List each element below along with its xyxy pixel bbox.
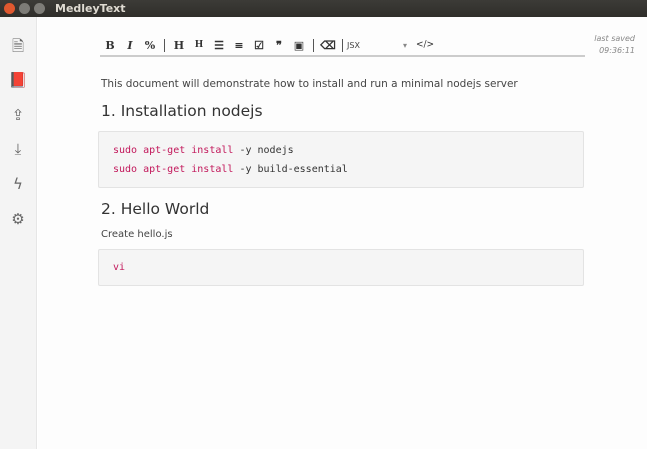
minimize-button[interactable] bbox=[19, 3, 30, 14]
toolbar: B I % H H ☰ ≡ ☑ ❞ ▣ ⌫ JSX ▾ </> bbox=[100, 35, 585, 57]
heading2-button[interactable]: H bbox=[189, 40, 209, 50]
upload-icon[interactable]: ⇪ bbox=[8, 105, 28, 125]
editor[interactable]: B I % H H ☰ ≡ ☑ ❞ ▣ ⌫ JSX ▾ </> last sav… bbox=[38, 17, 647, 449]
save-time: 09:36:11 bbox=[599, 46, 635, 55]
save-status: last saved 09:36:11 bbox=[594, 33, 635, 57]
code-line: vi bbox=[113, 262, 126, 273]
lightning-icon[interactable]: ϟ bbox=[8, 174, 28, 194]
heading-hello-world: 2. Hello World bbox=[101, 200, 210, 218]
link-button[interactable]: % bbox=[140, 39, 160, 52]
intro-paragraph: This document will demonstrate how to in… bbox=[101, 78, 518, 90]
numbered-list-button[interactable]: ≡ bbox=[229, 39, 249, 52]
bold-button[interactable]: B bbox=[100, 39, 120, 52]
divider bbox=[342, 38, 343, 52]
code-line: sudo apt-get install -y nodejs bbox=[113, 145, 294, 156]
checklist-button[interactable]: ☑ bbox=[249, 39, 269, 52]
divider bbox=[313, 38, 314, 52]
code-block[interactable]: sudo apt-get install -y nodejs sudo apt-… bbox=[98, 131, 584, 188]
heading1-button[interactable]: H bbox=[169, 39, 189, 52]
download-icon[interactable]: ⤓ bbox=[8, 139, 28, 159]
sidebar: 🗎 📕 ⇪ ⤓ ϟ ⚙ bbox=[0, 17, 37, 449]
quote-button[interactable]: ❞ bbox=[269, 39, 289, 52]
image-button[interactable]: ▣ bbox=[289, 39, 309, 52]
gear-icon[interactable]: ⚙ bbox=[8, 209, 28, 229]
book-icon[interactable]: 📕 bbox=[8, 70, 28, 90]
divider bbox=[164, 38, 165, 52]
window-title: MedleyText bbox=[55, 2, 126, 15]
close-button[interactable] bbox=[4, 3, 15, 14]
language-select[interactable]: JSX bbox=[347, 41, 395, 50]
document-icon[interactable]: 🗎 bbox=[8, 36, 28, 56]
save-label: last saved bbox=[594, 34, 635, 43]
bullet-list-button[interactable]: ☰ bbox=[209, 39, 229, 52]
code-line: sudo apt-get install -y build-essential bbox=[113, 164, 348, 175]
code-block[interactable]: vi bbox=[98, 249, 584, 286]
maximize-button[interactable] bbox=[34, 3, 45, 14]
code-button[interactable]: </> bbox=[415, 40, 435, 50]
heading-installation: 1. Installation nodejs bbox=[101, 102, 263, 120]
italic-button[interactable]: I bbox=[120, 39, 140, 52]
chevron-down-icon[interactable]: ▾ bbox=[395, 40, 415, 50]
title-bar: MedleyText bbox=[0, 0, 647, 17]
eraser-button[interactable]: ⌫ bbox=[318, 39, 338, 52]
paragraph: Create hello.js bbox=[101, 229, 173, 240]
